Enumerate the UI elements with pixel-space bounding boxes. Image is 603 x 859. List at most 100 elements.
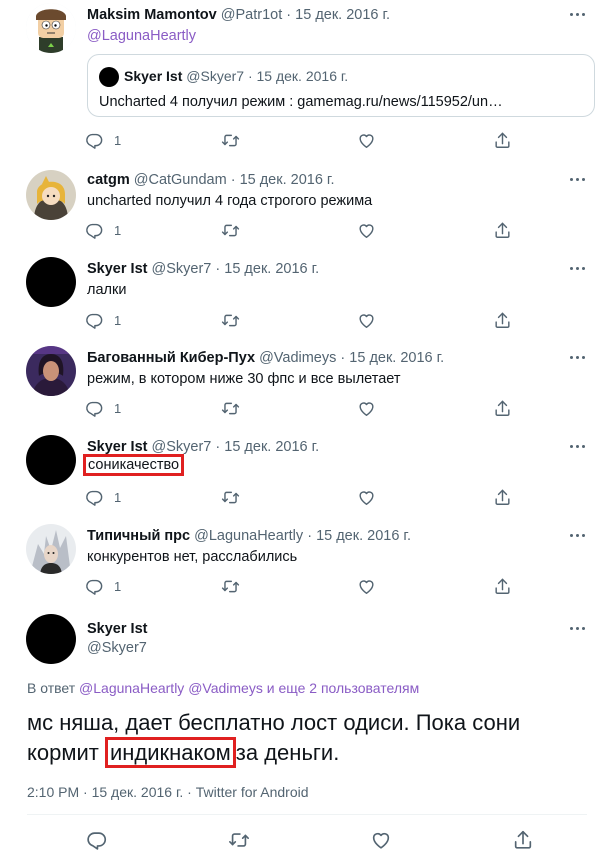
avatar-anime-icon	[26, 170, 76, 220]
retweet-button[interactable]	[221, 397, 240, 419]
tweet-date[interactable]: 15 дек. 2016 г.	[224, 261, 319, 277]
retweet-button[interactable]	[221, 575, 240, 597]
author-name[interactable]: Skyer Ist	[87, 261, 147, 277]
heart-icon	[357, 311, 376, 330]
share-button[interactable]	[493, 397, 512, 419]
tweet-date[interactable]: 15 дек. 2016 г.	[349, 350, 444, 366]
separator-dot: ·	[340, 350, 346, 366]
like-button[interactable]	[357, 129, 376, 151]
more-icon[interactable]	[567, 442, 589, 452]
quoted-tweet[interactable]: Skyer Ist @Skyer7 · 15 дек. 2016 г. Unch…	[87, 54, 595, 117]
separator-dot: ·	[307, 528, 313, 544]
tweet-laguna[interactable]: Типичный прс @LagunaHeartly · 15 дек. 20…	[0, 521, 603, 611]
tweet-date[interactable]: 15 дек. 2016 г.	[92, 784, 184, 800]
like-button[interactable]	[370, 829, 392, 851]
author-handle[interactable]: @Skyer7	[152, 261, 212, 277]
quoted-author-handle: @Skyer7	[186, 68, 245, 84]
tweet-catgm[interactable]: catgm @CatGundam · 15 дек. 2016 г. uncha…	[0, 165, 603, 250]
separator-dot: ·	[83, 784, 88, 800]
tweet-date[interactable]: 15 дек. 2016 г.	[295, 7, 390, 23]
reply-button[interactable]	[86, 829, 108, 851]
avatar[interactable]	[26, 3, 76, 53]
tweet-maksim[interactable]: Maksim Mamontov @Patr1ot · 15 дек. 2016 …	[0, 0, 603, 165]
tweet-text[interactable]: конкурентов нет, расслабились	[87, 549, 297, 565]
tweet-source[interactable]: Twitter for Android	[196, 784, 309, 800]
share-button[interactable]	[512, 829, 534, 851]
author-name[interactable]: Типичный прс	[87, 528, 190, 544]
author-name[interactable]: Maksim Mamontov	[87, 7, 217, 23]
author-handle[interactable]: @Skyer7	[152, 439, 212, 455]
share-button[interactable]	[493, 219, 512, 241]
tweet-header: Skyer Ist @Skyer7 · 15 дек. 2016 г.	[87, 439, 319, 455]
author-name[interactable]: Багованный Кибер-Пух	[87, 350, 255, 366]
reply-mentions[interactable]: @LagunaHeartly @Vadimeys	[79, 680, 263, 696]
tweet-date[interactable]: 15 дек. 2016 г.	[224, 439, 319, 455]
reply-others[interactable]: и еще 2 пользователям	[267, 680, 420, 696]
share-button[interactable]	[493, 486, 512, 508]
like-button[interactable]	[357, 309, 376, 331]
heart-icon	[357, 221, 376, 240]
share-button[interactable]	[493, 129, 512, 151]
author-name[interactable]: catgm	[87, 172, 130, 188]
more-icon[interactable]	[567, 175, 589, 185]
more-icon[interactable]	[567, 353, 589, 363]
reply-button[interactable]: 1	[85, 309, 121, 331]
separator-dot: ·	[215, 261, 221, 277]
reply-count: 1	[114, 489, 122, 505]
avatar[interactable]	[26, 170, 76, 220]
retweet-button[interactable]	[221, 219, 240, 241]
avatar[interactable]	[26, 257, 76, 307]
tweet-text[interactable]: uncharted получил 4 года строгого режима	[87, 193, 372, 209]
retweet-button[interactable]	[221, 309, 240, 331]
author-name[interactable]: Skyer Ist	[87, 439, 147, 455]
tweet-text[interactable]: соникачество	[83, 454, 185, 476]
author-handle[interactable]: @Skyer7	[87, 640, 147, 656]
tweet-text[interactable]: режим, в котором ниже 30 фпс и все вылет…	[87, 371, 401, 387]
avatar-portrait-icon	[26, 346, 76, 396]
tweet-skyer-1[interactable]: Skyer Ist @Skyer7 · 15 дек. 2016 г. лалк…	[0, 254, 603, 342]
share-button[interactable]	[493, 309, 512, 331]
tweet-text[interactable]: @LagunaHeartly	[87, 28, 196, 44]
share-icon	[493, 577, 512, 596]
tweet-text[interactable]: лалки	[87, 282, 126, 298]
retweet-button[interactable]	[221, 486, 240, 508]
like-button[interactable]	[357, 575, 376, 597]
tweet-time[interactable]: 2:10 PM	[27, 784, 79, 800]
avatar[interactable]	[26, 346, 76, 396]
more-icon[interactable]	[567, 264, 589, 274]
reply-button[interactable]: 1	[85, 219, 121, 241]
reply-icon	[86, 829, 108, 851]
retweet-button[interactable]	[228, 829, 250, 851]
like-button[interactable]	[357, 219, 376, 241]
share-icon	[512, 829, 534, 851]
author-handle[interactable]: @CatGundam	[134, 172, 227, 188]
author-name[interactable]: Skyer Ist	[87, 621, 147, 637]
avatar[interactable]	[26, 614, 76, 664]
tweet-skyer-2[interactable]: Skyer Ist @Skyer7 · 15 дек. 2016 г. сони…	[0, 432, 603, 520]
tweet-date[interactable]: 15 дек. 2016 г.	[240, 172, 335, 188]
like-button[interactable]	[357, 486, 376, 508]
author-handle[interactable]: @Vadimeys	[259, 350, 336, 366]
separator-dot: ·	[286, 7, 292, 23]
like-button[interactable]	[357, 397, 376, 419]
tweet-vadimeys[interactable]: Багованный Кибер-Пух @Vadimeys · 15 дек.…	[0, 343, 603, 431]
more-icon[interactable]	[567, 624, 589, 634]
more-icon[interactable]	[567, 10, 589, 20]
tweet-date[interactable]: 15 дек. 2016 г.	[316, 528, 411, 544]
author-handle[interactable]: @Patr1ot	[221, 7, 282, 23]
separator-dot: ·	[215, 439, 221, 455]
main-text-word: кормит	[27, 740, 99, 765]
avatar[interactable]	[26, 524, 76, 574]
reply-button[interactable]: 1	[85, 486, 121, 508]
tweet-actions: 1	[85, 309, 515, 331]
reply-button[interactable]: 1	[85, 397, 121, 419]
reply-button[interactable]: 1	[85, 129, 121, 151]
retweet-button[interactable]	[221, 129, 240, 151]
share-button[interactable]	[493, 575, 512, 597]
more-icon[interactable]	[567, 531, 589, 541]
reply-button[interactable]: 1	[85, 575, 121, 597]
main-text-line-2: кормит индикнаком за деньги.	[27, 737, 587, 768]
author-handle[interactable]: @LagunaHeartly	[194, 528, 303, 544]
avatar[interactable]	[26, 435, 76, 485]
reply-count: 1	[114, 312, 122, 328]
